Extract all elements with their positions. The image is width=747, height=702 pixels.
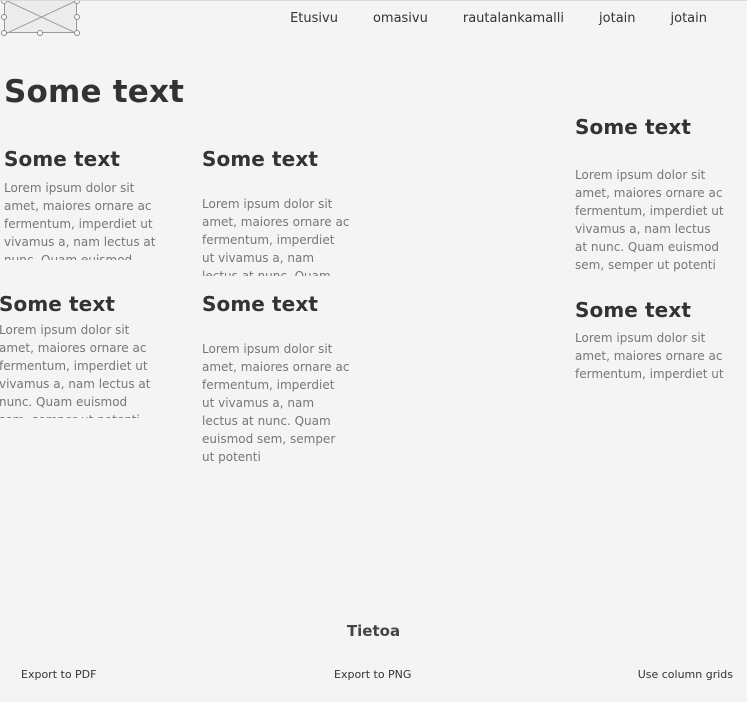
nav-item-etusivu[interactable]: Etusivu	[290, 11, 338, 26]
wireframe-page: Etusivu omasivu rautalankamalli jotain j…	[0, 0, 747, 702]
block-text: Lorem ipsum dolor sit amet, maiores orna…	[202, 342, 350, 464]
nav-item-omasivu[interactable]: omasivu	[373, 11, 428, 26]
block-text: Lorem ipsum dolor sit amet, maiores orna…	[0, 323, 151, 418]
content-block-1: Some text Lorem ipsum dolor sit amet, ma…	[4, 147, 162, 260]
nav-item-jotain-1[interactable]: jotain	[599, 11, 635, 26]
content-block-4: Some text Lorem ipsum dolor sit amet, ma…	[202, 292, 350, 466]
resize-handle-bm[interactable]	[37, 30, 43, 36]
block-heading: Some text	[4, 147, 120, 171]
block-text: Lorem ipsum dolor sit amet, maiores orna…	[202, 197, 350, 276]
export-pdf-button[interactable]: Export to PDF	[21, 668, 96, 681]
content-block-5: Some text Lorem ipsum dolor sit amet, ma…	[575, 115, 725, 274]
content-block-6: Some text Lorem ipsum dolor sit amet, ma…	[575, 298, 735, 383]
top-nav: Etusivu omasivu rautalankamalli jotain j…	[255, 11, 707, 26]
resize-handle-bl[interactable]	[1, 30, 7, 36]
block-heading: Some text	[575, 115, 691, 139]
block-text: Lorem ipsum dolor sit amet, maiores orna…	[575, 331, 724, 381]
image-placeholder-icon	[4, 1, 78, 34]
image-placeholder[interactable]	[1, 1, 80, 36]
column-grids-toggle[interactable]: Use column grids	[638, 668, 733, 681]
resize-handle-br[interactable]	[74, 30, 80, 36]
nav-item-jotain-2[interactable]: jotain	[671, 11, 707, 26]
content-block-3: Some text Lorem ipsum dolor sit amet, ma…	[0, 292, 157, 418]
block-heading: Some text	[202, 147, 318, 171]
block-heading: Some text	[202, 292, 318, 316]
footer-title: Tietoa	[346, 622, 401, 640]
page-title: Some text	[4, 74, 185, 110]
block-text: Lorem ipsum dolor sit amet, maiores orna…	[575, 168, 724, 272]
resize-handle-mr[interactable]	[74, 14, 80, 20]
block-heading: Some text	[575, 298, 691, 322]
resize-handle-tr[interactable]	[74, 1, 80, 4]
nav-item-rautalankamalli[interactable]: rautalankamalli	[463, 11, 564, 26]
block-heading: Some text	[0, 292, 115, 316]
content-block-2: Some text Lorem ipsum dolor sit amet, ma…	[202, 147, 350, 276]
resize-handle-ml[interactable]	[1, 14, 7, 20]
block-text: Lorem ipsum dolor sit amet, maiores orna…	[4, 181, 156, 260]
export-png-button[interactable]: Export to PNG	[334, 668, 411, 681]
